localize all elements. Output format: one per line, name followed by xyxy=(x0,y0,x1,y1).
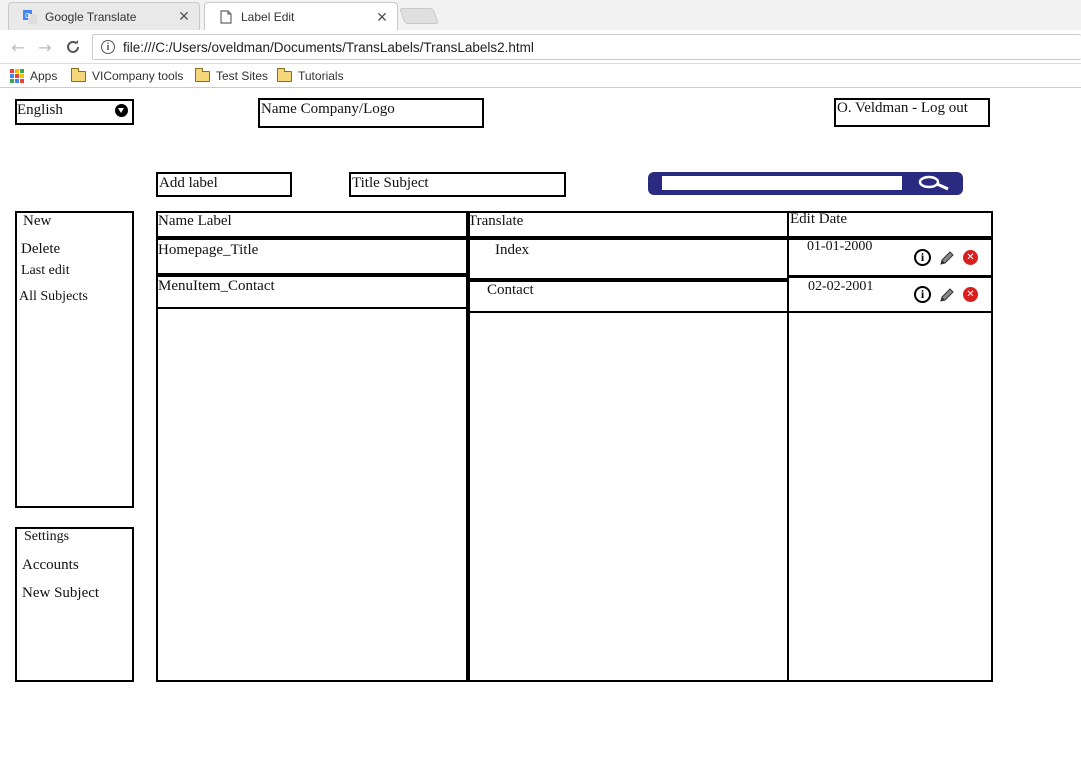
title-subject-text: Title Subject xyxy=(352,175,429,191)
settings-heading[interactable]: Settings xyxy=(24,529,69,545)
info-icon[interactable]: i xyxy=(914,286,931,303)
cell-edit-date: 02-02-2001 xyxy=(808,279,874,294)
back-icon[interactable]: ← xyxy=(7,36,29,58)
column-header-name-label: Name Label xyxy=(158,213,232,229)
row-divider xyxy=(156,307,469,309)
search-input[interactable] xyxy=(662,176,902,190)
add-label-text: Add label xyxy=(159,175,218,191)
settings-panel: Settings Accounts New Subject xyxy=(15,527,134,682)
svg-text:G: G xyxy=(25,13,30,20)
user-logout-label: O. Veldman - Log out xyxy=(837,100,968,116)
dropdown-icon xyxy=(115,104,128,117)
address-bar[interactable]: i file:///C:/Users/oveldman/Documents/Tr… xyxy=(92,34,1081,60)
folder-icon xyxy=(276,67,292,82)
add-label-button[interactable]: Add label xyxy=(156,172,292,197)
bookmark-label: Test Sites xyxy=(216,69,269,83)
bookmark-test-sites[interactable]: Test Sites xyxy=(194,67,269,85)
language-value: English xyxy=(17,102,63,118)
sidebar-item-last-edit[interactable]: Last edit xyxy=(21,263,70,279)
folder-icon xyxy=(70,67,86,82)
edit-icon[interactable] xyxy=(938,249,956,271)
close-tab-icon[interactable]: ✕ xyxy=(175,8,193,25)
apps-icon xyxy=(10,69,24,83)
cell-edit-date: 01-01-2000 xyxy=(807,239,873,254)
info-icon[interactable]: i xyxy=(914,249,931,266)
cell-translate: Index xyxy=(495,242,530,258)
company-logo: Name Company/Logo xyxy=(258,98,484,128)
folder-icon xyxy=(194,67,210,82)
bookmark-label: VICompany tools xyxy=(92,69,184,83)
title-subject: Title Subject xyxy=(349,172,566,197)
bookmark-tutorials[interactable]: Tutorials xyxy=(276,67,344,85)
forward-icon[interactable]: → xyxy=(34,36,56,58)
tab-label-edit[interactable]: Label Edit ✕ xyxy=(204,2,398,31)
cell-name-label: Homepage_Title xyxy=(158,242,259,258)
bookmark-vicompany-tools[interactable]: VICompany tools xyxy=(70,67,184,85)
column-header-edit-date: Edit Date xyxy=(790,211,848,227)
sidebar-item-new[interactable]: New xyxy=(23,213,51,230)
delete-icon[interactable]: ✕ xyxy=(963,287,978,302)
cell-translate: Contact xyxy=(487,282,534,298)
tab-title: Google Translate xyxy=(45,9,137,24)
bookmark-label: Apps xyxy=(30,69,58,83)
reload-icon[interactable] xyxy=(62,36,84,58)
new-tab-button[interactable] xyxy=(399,8,439,24)
address-url: file:///C:/Users/oveldman/Documents/Tran… xyxy=(123,39,534,55)
sidebar-menu: New Delete Last edit All Subjects xyxy=(15,211,134,508)
sidebar-item-delete[interactable]: Delete xyxy=(21,241,60,258)
edit-icon[interactable] xyxy=(938,286,956,308)
close-tab-icon[interactable]: ✕ xyxy=(373,9,391,26)
language-select[interactable]: English xyxy=(15,99,134,125)
google-translate-icon: G xyxy=(23,9,37,24)
tab-google-translate[interactable]: G Google Translate ✕ xyxy=(8,2,200,30)
bookmark-apps[interactable]: Apps xyxy=(10,67,57,85)
column-header-translate: Translate xyxy=(468,213,524,229)
row-divider xyxy=(156,273,469,277)
document-icon xyxy=(219,10,233,24)
company-name: Name Company/Logo xyxy=(261,101,395,117)
delete-icon[interactable]: ✕ xyxy=(963,250,978,265)
search-icon xyxy=(918,175,949,191)
info-icon[interactable]: i xyxy=(101,40,115,54)
settings-item-accounts[interactable]: Accounts xyxy=(22,557,79,574)
row-divider xyxy=(469,311,993,313)
cell-name-label: MenuItem_Contact xyxy=(158,278,275,294)
settings-item-new-subject[interactable]: New Subject xyxy=(22,585,99,602)
logout-button[interactable]: O. Veldman - Log out xyxy=(834,98,990,127)
search-button[interactable] xyxy=(912,175,956,192)
bookmark-label: Tutorials xyxy=(298,69,344,83)
sidebar-item-all-subjects[interactable]: All Subjects xyxy=(19,289,88,305)
tab-title: Label Edit xyxy=(241,10,295,24)
